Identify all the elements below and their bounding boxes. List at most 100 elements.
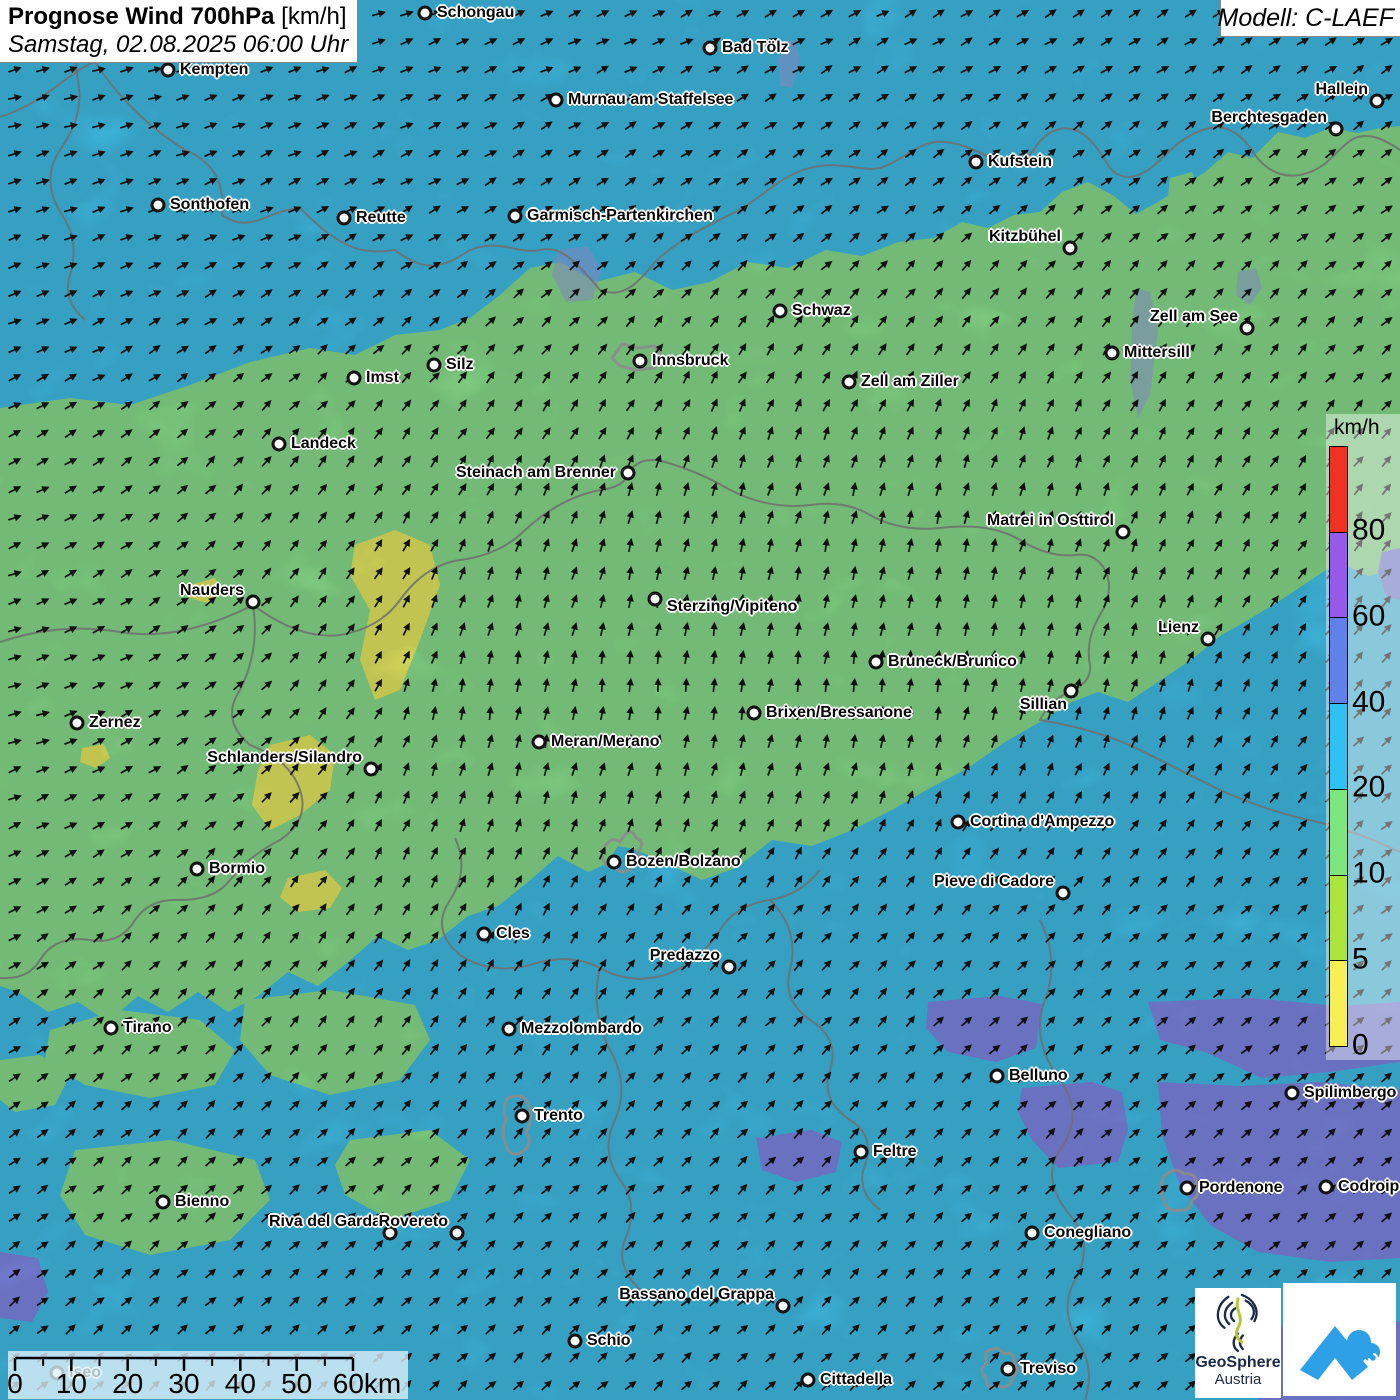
city-label: Treviso [1020,1360,1076,1378]
city-marker [703,41,718,56]
scale-label: 30 [168,1368,199,1399]
city-label: Rovereto [379,1213,448,1231]
city-marker [427,358,442,373]
city-marker [450,1226,465,1241]
city-label: Bad Tölz [722,39,789,57]
city-marker [869,655,884,670]
city-marker [1370,94,1385,109]
city-label: Belluno [1009,1067,1068,1085]
city-marker [1025,1226,1040,1241]
city-label: Mezzolombardo [521,1020,642,1038]
legend-value: 10 [1352,857,1385,891]
city-marker [633,354,648,369]
city-label: Zernez [89,714,141,732]
map-title: Prognose Wind 700hPa [km/h] [8,3,349,31]
city-marker [648,592,663,607]
city-marker [776,1299,791,1314]
city-label: Riva del Garda [269,1213,381,1231]
city-marker [1240,321,1255,336]
scale-label: 50 [281,1368,312,1399]
city-marker [104,1021,119,1036]
scale-label: 20 [112,1368,143,1399]
legend-block-80 [1330,447,1347,533]
city-label: Cittadella [820,1371,892,1389]
legend-value: 40 [1352,685,1385,719]
city-label: Tirano [123,1019,172,1037]
city-label: Meran/Merano [551,733,659,751]
city-marker [722,960,737,975]
legend-block-5 [1330,876,1347,962]
city-label: Sterzing/Vipiteno [667,598,797,616]
city-marker [477,927,492,942]
mountain-cloud-logo [1283,1283,1396,1396]
city-label: Matrei in Osttirol [987,512,1114,530]
city-label: Bassano del Grappa [619,1286,774,1304]
geosphere-contour-icon [1209,1290,1267,1354]
city-marker [70,716,85,731]
city-label: Pieve di Cadore [934,873,1054,891]
legend-block-0 [1330,961,1347,1046]
city-label: Mittersill [1124,344,1190,362]
city-label: Trento [534,1107,583,1125]
city-marker [990,1069,1005,1084]
city-label: Hallein [1316,81,1368,99]
city-marker [951,815,966,830]
city-marker [502,1022,517,1037]
city-label: Bozen/Bolzano [626,853,741,871]
city-marker [347,371,362,386]
city-marker [842,375,857,390]
city-label: Reutte [356,209,406,227]
legend-value: 80 [1352,513,1385,547]
city-label: Kufstein [988,153,1052,171]
city-label: Landeck [291,435,356,453]
city-label: Bormio [209,860,265,878]
scale-label: 40 [225,1368,256,1399]
city-marker [969,155,984,170]
city-label: Cortina d'Ampezzo [970,813,1114,831]
city-marker [364,762,379,777]
city-label: Zell am Ziller [861,373,959,391]
city-marker [1116,525,1131,540]
city-marker [246,595,261,610]
city-marker [1180,1181,1195,1196]
map-valid-time: Samstag, 02.08.2025 06:00 Uhr [8,31,349,59]
geosphere-logo: GeoSphere Austria [1195,1288,1281,1398]
city-label: Zell am See [1150,308,1238,326]
city-marker [1105,346,1120,361]
city-marker [156,1195,171,1210]
city-label: Nauders [180,582,244,600]
legend-block-20 [1330,704,1347,790]
city-label: Garmisch-Partenkirchen [527,207,713,225]
city-marker [801,1373,816,1388]
title-box: Prognose Wind 700hPa [km/h] Samstag, 02.… [0,0,358,63]
mountain-cloud-icon [1290,1290,1390,1390]
legend-value: 20 [1352,771,1385,805]
city-label: Brixen/Bressanone [766,704,912,722]
city-marker [508,209,523,224]
city-label: Codroipo [1338,1178,1400,1196]
city-label: Feltre [873,1143,917,1161]
city-label: Murnau am Staffelsee [568,91,733,109]
city-marker [418,6,433,21]
map-title-unit: [km/h] [275,3,347,30]
city-label: Conegliano [1044,1224,1131,1242]
city-label: Kempten [180,61,248,79]
city-label: Cles [496,925,530,943]
city-label: Kitzbühel [989,228,1061,246]
geosphere-name: GeoSphere [1195,1354,1280,1372]
city-label: Pordenone [1199,1179,1283,1197]
city-marker [773,304,788,319]
wind-forecast-map: SchongauBad TölzKemptenMurnau am Staffel… [0,0,1400,1400]
city-marker [568,1334,583,1349]
scale-bar: 0102030405060km [8,1351,408,1399]
city-marker [1056,886,1071,901]
city-marker [515,1109,530,1124]
city-label: Schlanders/Silandro [207,749,362,767]
legend-block-40 [1330,618,1347,704]
city-label: Imst [366,369,399,387]
city-marker [337,211,352,226]
city-marker [1285,1086,1300,1101]
city-marker [854,1145,869,1160]
scale-ruler: 0102030405060km [8,1351,408,1399]
city-layer: SchongauBad TölzKemptenMurnau am Staffel… [0,0,1400,1400]
